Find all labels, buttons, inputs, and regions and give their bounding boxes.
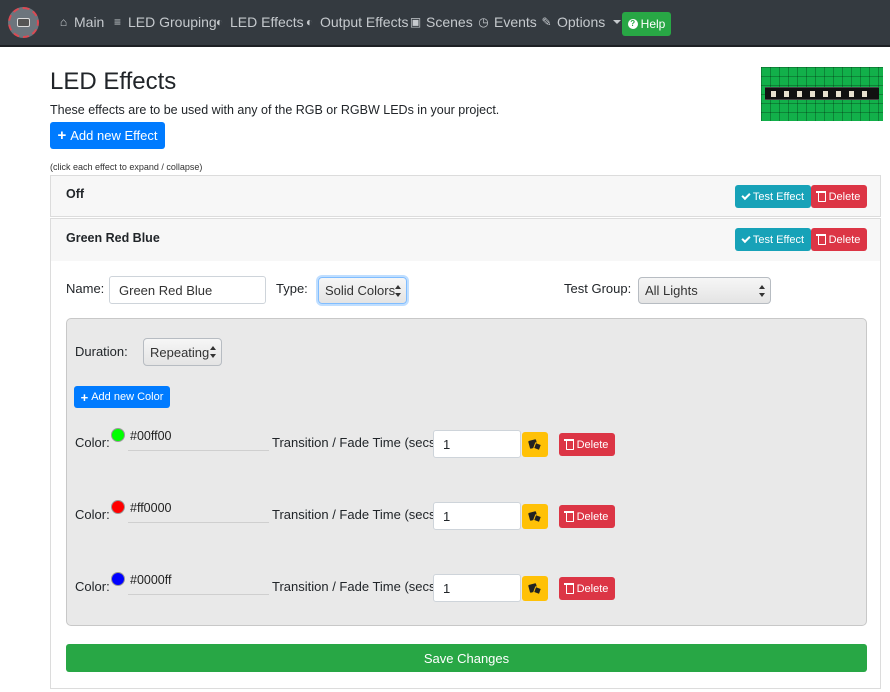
save-changes-button[interactable]: Save Changes [66,644,867,672]
fade-time-input[interactable]: 1 [433,430,521,458]
color-label: Color: [75,507,110,522]
test-group-label: Test Group: [564,281,632,296]
clock-icon: ◷ [478,15,489,29]
delete-label: Delete [576,582,609,595]
layers-icon: ≡ [113,15,121,29]
type-select-value: Solid Colors [325,283,396,298]
question-circle-icon: ? [627,19,638,29]
delete-color-button[interactable]: Delete [559,433,615,456]
page-title: LED Effects [50,68,177,95]
fade-time-input[interactable]: 1 [433,502,521,530]
type-label: Type: [276,281,308,296]
check-icon [741,233,751,243]
trash-icon [564,511,575,522]
plus-icon: + [80,389,89,405]
test-group-select-value: All Lights [645,283,698,298]
select-arrows-icon [759,285,765,297]
effect-title: Green Red Blue [66,231,160,245]
delete-label: Delete [828,190,861,203]
nav-item-label: Output Effects [320,14,409,30]
duration-select[interactable]: Repeating [143,338,222,366]
fade-time-label: Transition / Fade Time (secs): [272,435,444,450]
color-swatch[interactable] [111,500,125,514]
type-select[interactable]: Solid Colors [318,277,407,304]
caret-down-icon [613,20,622,24]
nav-item-options[interactable]: ✎ Options [540,14,622,30]
help-button[interactable]: ? Help [622,12,671,36]
delete-label: Delete [828,233,861,246]
app-logo[interactable] [8,7,39,38]
add-color-button[interactable]: + Add new Color [74,386,170,408]
nav-item-label: Events [494,14,537,30]
add-effect-button[interactable]: + Add new Effect [50,122,165,149]
trash-icon [564,439,575,450]
delete-color-button[interactable]: Delete [559,577,615,600]
delete-effect-button[interactable]: Delete [811,228,867,251]
top-navbar: ⌂ Main ≡ LED Grouping ◐ LED Effects ◐ Ou… [0,0,890,47]
fade-time-label: Transition / Fade Time (secs): [272,579,444,594]
nav-item-label: Options [557,14,606,30]
add-color-label: Add new Color [91,391,164,403]
color-swatch[interactable] [111,572,125,586]
adjust-icon: ◐ [305,15,314,29]
name-label: Name: [66,281,105,296]
random-color-button[interactable] [522,432,548,457]
wrench-icon: ✎ [541,15,552,29]
nav-item-scenes[interactable]: ▣ Scenes [409,14,473,30]
select-arrows-icon [395,285,401,297]
delete-color-button[interactable]: Delete [559,505,615,528]
home-icon: ⌂ [59,15,68,29]
test-effect-label: Test Effect [752,190,805,203]
duration-select-value: Repeating [150,344,210,360]
color-hex-value[interactable]: #0000ff [128,573,269,595]
color-swatch[interactable] [111,428,125,442]
led-strip-image [761,67,883,121]
check-icon [741,190,751,200]
effect-header-off[interactable]: Off Test Effect Delete [50,175,881,217]
test-effect-label: Test Effect [752,233,805,246]
nav-item-label: LED Effects [230,14,304,30]
delete-label: Delete [576,438,609,451]
help-label: Help [640,17,666,31]
trash-icon [564,583,575,594]
color-hex-value[interactable]: #00ff00 [128,429,269,451]
color-label: Color: [75,579,110,594]
effect-header-green-red-blue[interactable]: Green Red Blue Test Effect Delete [50,218,881,262]
nav-item-main[interactable]: ⌂ Main [57,14,104,30]
nav-item-label: Scenes [426,14,473,30]
image-icon: ▣ [409,15,422,29]
color-hex-value[interactable]: #ff0000 [128,501,269,523]
delete-label: Delete [576,510,609,523]
select-arrows-icon [210,346,216,358]
nav-item-label: LED Grouping [128,14,217,30]
adjust-icon: ◐ [215,15,224,29]
nav-item-label: Main [74,14,105,30]
nav-item-output-effects[interactable]: ◐ Output Effects [303,14,409,30]
test-effect-button[interactable]: Test Effect [735,185,811,208]
nav-item-led-effects[interactable]: ◐ LED Effects [213,14,304,30]
expand-hint: (click each effect to expand / collapse) [50,162,203,172]
duration-label: Duration: [75,344,128,359]
random-color-button[interactable] [522,576,548,601]
fade-time-input[interactable]: 1 [433,574,521,602]
test-group-select[interactable]: All Lights [638,277,771,304]
nav-item-events[interactable]: ◷ Events [477,14,537,30]
plus-icon: + [57,127,67,144]
colors-panel: Duration: Repeating + Add new Color Colo… [66,318,867,626]
effect-name-input[interactable]: Green Red Blue [109,276,266,304]
effect-title: Off [66,187,85,201]
add-effect-label: Add new Effect [70,128,158,143]
nav-item-led-grouping[interactable]: ≡ LED Grouping [111,14,217,30]
fade-time-label: Transition / Fade Time (secs): [272,507,444,522]
effect-editor: Name: Green Red Blue Type: Solid Colors … [50,261,881,689]
page-description: These effects are to be used with any of… [50,103,500,117]
trash-icon [816,191,827,202]
trash-icon [816,234,827,245]
delete-effect-button[interactable]: Delete [811,185,867,208]
random-color-button[interactable] [522,504,548,529]
logo-icon [17,18,30,27]
color-label: Color: [75,435,110,450]
test-effect-button[interactable]: Test Effect [735,228,811,251]
